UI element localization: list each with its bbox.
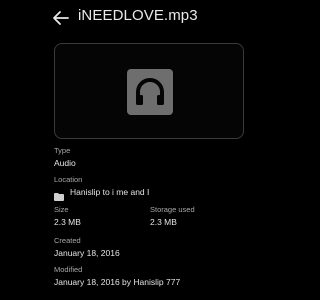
headphones-icon	[127, 69, 173, 115]
created-label: Created	[54, 236, 81, 245]
modified-label: Modified	[54, 265, 83, 274]
location-field[interactable]: Location Hanislip to i me and I	[54, 175, 150, 201]
created-value: January 18, 2016	[54, 248, 120, 258]
location-value: Hanislip to i me and I	[70, 187, 150, 197]
type-value: Audio	[54, 158, 76, 168]
size-field: Size 2.3 MB	[54, 205, 81, 228]
file-preview	[54, 43, 244, 139]
storage-used-field: Storage used 2.3 MB	[150, 205, 195, 228]
back-button[interactable]	[50, 8, 72, 28]
modified-value: January 18, 2016 by Hanislip 777	[54, 277, 181, 287]
file-title: iNEEDLOVE.mp3	[78, 7, 198, 24]
created-field: Created January 18, 2016	[54, 236, 120, 259]
file-details-screen: iNEEDLOVE.mp3 Type Audio Location Hanisl…	[0, 0, 300, 300]
top-app-bar: iNEEDLOVE.mp3	[0, 0, 300, 36]
type-label: Type	[54, 146, 71, 155]
type-field: Type Audio	[54, 146, 76, 169]
location-label: Location	[54, 175, 83, 184]
modified-field: Modified January 18, 2016 by Hanislip 77…	[54, 265, 180, 288]
folder-icon	[54, 188, 64, 201]
storage-used-value: 2.3 MB	[150, 217, 177, 227]
size-value: 2.3 MB	[54, 217, 81, 227]
back-arrow-icon	[53, 11, 69, 25]
storage-used-label: Storage used	[150, 205, 195, 214]
size-label: Size	[54, 205, 69, 214]
